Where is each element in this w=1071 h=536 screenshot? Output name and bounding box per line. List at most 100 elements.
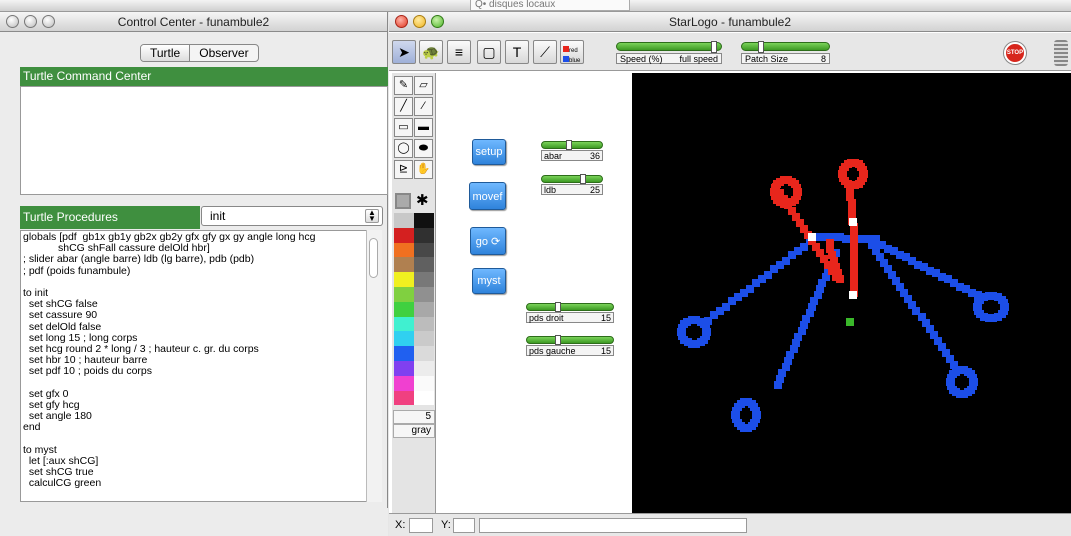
color-swatch[interactable] [414,227,434,243]
slider-pds-gauche-label: pds gauche [529,346,576,356]
hand-tool[interactable]: ✋ [414,160,433,179]
filled-rectangle-tool[interactable]: ▬ [414,118,433,137]
color-swatch[interactable] [414,316,434,332]
eyedropper-icon: ⁄ [422,100,425,112]
ellipse-filled-icon: ⬬ [418,142,429,154]
x-coord-field [409,518,433,533]
current-patch-color[interactable] [395,193,411,209]
eyedropper-tool[interactable]: ⁄ [414,97,433,116]
tab-turtle[interactable]: Turtle [141,45,191,61]
text-tool-button[interactable]: T [505,40,529,64]
slider-pds-droit[interactable]: pds droit 15 [526,302,614,323]
stop-button[interactable]: STOP [1004,42,1026,64]
color-swatch[interactable] [414,287,434,302]
color-swatch[interactable] [414,375,434,391]
color-swatch[interactable] [394,301,414,317]
color-swatch[interactable] [414,213,434,228]
minimize-window-button[interactable] [413,15,426,28]
color-swatch[interactable] [394,316,414,332]
color-swatch[interactable] [394,227,414,243]
starlogo-title: StarLogo - funambule2 [668,15,792,29]
patch [774,381,782,389]
slider-pds-gauche[interactable]: pds gauche 15 [526,335,614,356]
status-message-field [479,518,747,533]
stamp-tool[interactable]: ⊵ [394,160,413,179]
movef-button[interactable]: movef [469,182,506,210]
close-window-button[interactable] [395,15,408,28]
slider-ldb-label: ldb [544,185,557,195]
slider-pds-droit-label: pds droit [529,313,564,323]
color-swatch[interactable] [394,213,414,228]
slider-abar[interactable]: abar 36 [541,140,603,161]
myst-button[interactable]: myst [472,268,506,294]
close-window-button[interactable] [6,15,19,28]
slider-pds-droit-thumb[interactable] [555,302,561,312]
eraser-tool[interactable]: ▱ [414,76,433,95]
text-tool-label: T [512,44,522,60]
slider-tool-button[interactable]: ≡ [447,40,471,64]
slider-ldb[interactable]: ldb 25 [541,174,603,195]
color-swatch[interactable] [394,331,414,347]
patch-size-slider[interactable]: Patch Size 8 [741,41,830,64]
turtle-rack-icon[interactable] [1054,40,1068,66]
color-swatch[interactable] [414,390,434,406]
plot-tool-button[interactable]: ⟋ [533,40,557,64]
procedures-editor[interactable]: globals [pdf gb1x gb1y gb2x gb2y gfx gfy… [20,230,382,502]
go-button[interactable]: go ⟳ [470,227,506,255]
color-swatch[interactable] [414,301,434,317]
color-swatch[interactable] [394,272,414,287]
patch-graphics [677,159,1009,432]
speed-slider-thumb[interactable] [711,41,718,53]
color-swatch[interactable] [414,346,434,361]
color-swatch[interactable] [414,257,434,273]
pencil-icon: ✎ [398,79,409,91]
patch [1000,299,1008,307]
slider-pds-gauche-thumb[interactable] [555,335,561,345]
legend-tool-button[interactable]: red blue [560,40,584,64]
color-swatch[interactable] [394,375,414,391]
slider-ldb-value: 25 [589,185,600,195]
turtle-silhouette-icon[interactable]: ✱ [416,191,429,209]
zoom-window-button[interactable] [42,15,55,28]
color-swatch[interactable] [414,272,434,287]
procedures-scroll-thumb[interactable] [369,238,378,278]
pencil-tool[interactable]: ✎ [394,76,413,95]
color-swatch[interactable] [394,361,414,376]
slider-pds-droit-value: 15 [600,313,611,323]
color-swatch[interactable] [394,287,414,302]
color-swatch[interactable] [394,390,414,406]
patch-size-slider-thumb[interactable] [758,41,764,53]
color-swatch[interactable] [394,257,414,273]
color-swatch[interactable] [394,346,414,361]
desktop-search-field[interactable]: Q• disques locaux [470,0,630,11]
procedure-select-value: init [210,209,226,223]
setup-button[interactable]: setup [472,139,506,165]
tab-observer[interactable]: Observer [190,45,257,61]
procedure-select[interactable]: init ▲ ▼ [201,206,383,226]
world-view[interactable] [632,73,1071,513]
patch [808,233,816,241]
slider-abar-thumb[interactable] [566,140,573,150]
forever-loop-icon: ⟳ [491,236,501,248]
control-center-title: Control Center - funambule2 [117,15,270,29]
y-coord-field [453,518,475,533]
color-number: 5 [393,410,435,424]
line-tool[interactable]: ╱ [394,97,413,116]
zoom-window-button[interactable] [431,15,444,28]
monitor-tool-button[interactable]: ▢ [477,40,501,64]
color-swatch[interactable] [414,331,434,347]
turtle-tool-button[interactable]: 🐢 [419,40,443,64]
speed-slider[interactable]: Speed (%) full speed [616,41,722,64]
pointer-tool-button[interactable]: ➤ [392,40,416,64]
legend-red-label: red [569,48,578,54]
ellipse-tool[interactable]: ◯ [394,139,413,158]
color-swatch[interactable] [394,242,414,258]
command-center-input[interactable] [20,86,388,195]
color-swatch[interactable] [414,361,434,376]
minimize-window-button[interactable] [24,15,37,28]
color-swatch[interactable] [414,242,434,258]
control-center-footer [0,508,388,536]
slider-ldb-thumb[interactable] [579,174,586,184]
rectangle-tool[interactable]: ▭ [394,118,413,137]
filled-ellipse-tool[interactable]: ⬬ [414,139,433,158]
